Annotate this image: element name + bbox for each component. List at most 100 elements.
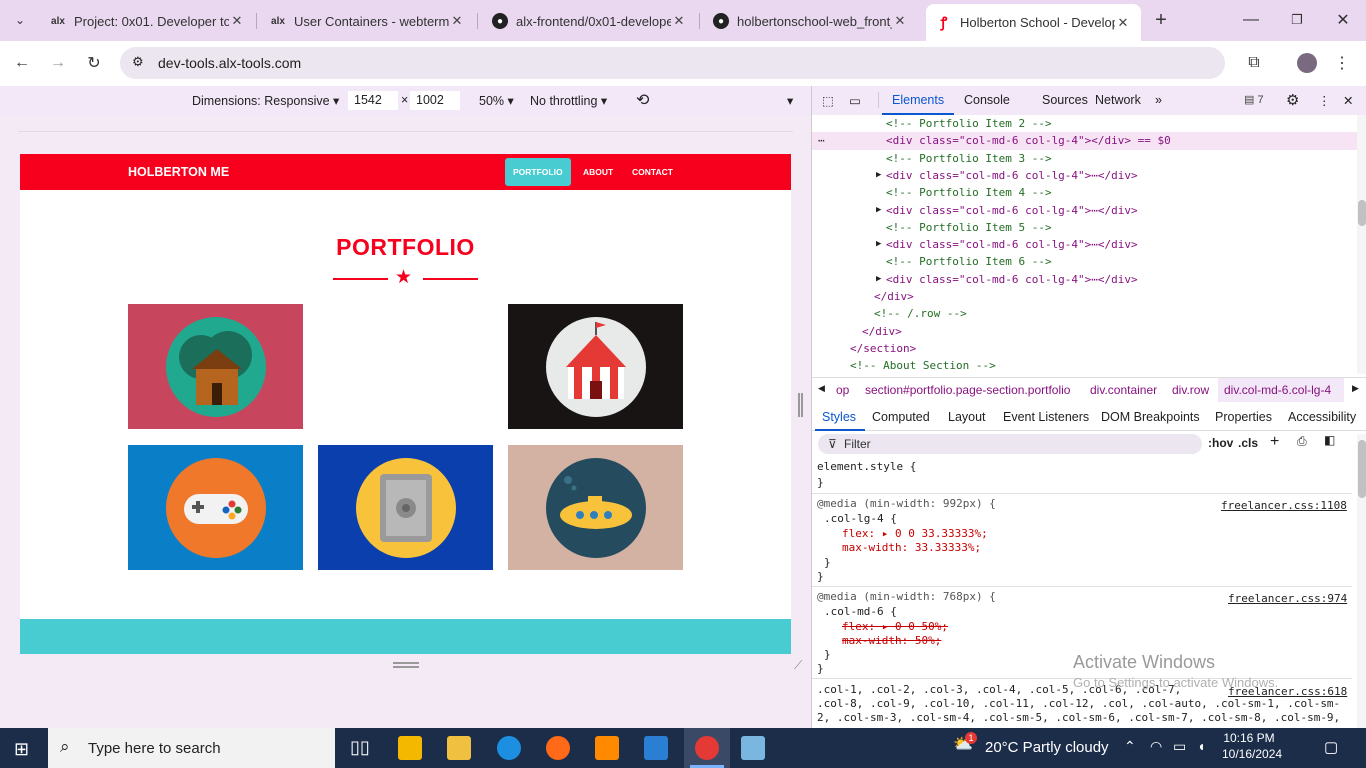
- restore-button[interactable]: ❐: [1283, 6, 1311, 34]
- dom-node[interactable]: <!-- Portfolio Item 6 -->: [886, 253, 1052, 270]
- network-icon[interactable]: ◠: [1150, 738, 1162, 755]
- style-rule-selector[interactable]: 2, .col-sm-3, .col-sm-4, .col-sm-5, .col…: [817, 711, 1340, 726]
- toggle-sidebar-icon[interactable]: ◧: [1324, 433, 1335, 447]
- dimensions-dropdown[interactable]: Dimensions: Responsive ▾: [192, 93, 339, 108]
- breadcrumb-item[interactable]: op: [836, 383, 849, 397]
- tab-properties[interactable]: Properties: [1215, 410, 1272, 424]
- dom-node[interactable]: <div class="col-md-6 col-lg-4">⋯</div>: [886, 167, 1138, 184]
- dom-scrollbar[interactable]: [1357, 115, 1366, 374]
- style-declaration-overridden[interactable]: flex: ▸ 0 0 50%;: [842, 620, 948, 635]
- source-link[interactable]: freelancer.css:974: [1228, 592, 1347, 607]
- edge-icon[interactable]: [497, 736, 521, 760]
- extensions-icon[interactable]: ⧉: [1240, 49, 1268, 77]
- devtools-close-icon[interactable]: ✕: [1343, 93, 1353, 108]
- dom-node[interactable]: <!-- Portfolio Item 3 -->: [886, 150, 1052, 167]
- breadcrumb-right-arrow[interactable]: ▶: [1352, 383, 1359, 394]
- volume-icon[interactable]: ◖: [1197, 738, 1205, 754]
- dom-node[interactable]: <div class="col-md-6 col-lg-4">⋯</div>: [886, 271, 1138, 288]
- expand-arrow-icon[interactable]: ▶: [876, 271, 881, 288]
- breadcrumb-item[interactable]: div.row: [1172, 383, 1209, 397]
- minimize-button[interactable]: —: [1237, 6, 1265, 34]
- cls-toggle[interactable]: .cls: [1238, 436, 1258, 450]
- new-style-rule-icon[interactable]: +: [1270, 433, 1279, 451]
- site-info-icon[interactable]: ⚙: [132, 54, 144, 70]
- breadcrumb-item[interactable]: section#portfolio.page-section.portfolio: [865, 383, 1070, 397]
- file-explorer-icon[interactable]: [447, 736, 471, 760]
- issues-badge[interactable]: ▤ 7: [1244, 93, 1264, 106]
- weather-text[interactable]: 20°C Partly cloudy: [985, 739, 1109, 756]
- close-icon[interactable]: ✕: [671, 13, 687, 29]
- row-ellipsis-icon[interactable]: ⋯: [818, 132, 825, 149]
- dom-node[interactable]: <div class="col-md-6 col-lg-4">⋯</div>: [886, 236, 1138, 253]
- tab-dom-breakpoints[interactable]: DOM Breakpoints: [1101, 410, 1200, 424]
- dom-node[interactable]: <!-- /.row -->: [874, 305, 967, 322]
- tab-5-active[interactable]: ꝭ Holberton School - Develop ✕: [926, 4, 1141, 41]
- style-rule-selector[interactable]: element.style {: [817, 460, 916, 475]
- tray-chevron-icon[interactable]: ⌃: [1124, 738, 1136, 755]
- portfolio-item-submarine[interactable]: [508, 445, 683, 570]
- inspect-icon[interactable]: ⬚: [822, 93, 834, 108]
- expand-arrow-icon[interactable]: ▶: [876, 236, 881, 253]
- breadcrumb-item-selected[interactable]: div.col-md-6.col-lg-4: [1224, 383, 1331, 397]
- tab-sources[interactable]: Sources: [1042, 93, 1088, 107]
- portfolio-item-cabin[interactable]: [128, 304, 303, 429]
- rendering-emulation-icon[interactable]: ⎙: [1297, 434, 1307, 449]
- clock[interactable]: 10:16 PM 10/16/2024: [1222, 731, 1282, 761]
- more-tabs-icon[interactable]: »: [1155, 93, 1162, 107]
- new-tab-button[interactable]: +: [1147, 6, 1175, 34]
- tab-console[interactable]: Console: [964, 93, 1010, 107]
- taskbar-search[interactable]: ⌕ Type here to search: [48, 728, 335, 768]
- nav-about[interactable]: ABOUT: [575, 158, 621, 186]
- style-declaration-overridden[interactable]: max-width: 50%;: [842, 634, 941, 649]
- resize-corner-handle[interactable]: ⟋: [794, 658, 802, 673]
- dom-node[interactable]: </section>: [850, 340, 916, 357]
- portfolio-item-safe[interactable]: [318, 445, 493, 570]
- hov-toggle[interactable]: :hov: [1208, 436, 1233, 450]
- tab-2[interactable]: alx User Containers - webterm | ✕: [260, 6, 475, 36]
- resize-handle-right[interactable]: [798, 393, 803, 417]
- tab-computed[interactable]: Computed: [872, 410, 930, 424]
- style-declaration[interactable]: max-width: 33.33333%;: [842, 541, 981, 556]
- tab-layout[interactable]: Layout: [948, 410, 986, 424]
- chrome-taskbar-active[interactable]: [684, 728, 730, 768]
- windows-start-icon[interactable]: ⊞: [14, 739, 29, 760]
- expand-arrow-icon[interactable]: ▶: [876, 202, 881, 219]
- address-bar[interactable]: ⚙ dev-tools.alx-tools.com: [120, 47, 1225, 79]
- height-input[interactable]: 1002: [410, 91, 460, 110]
- reload-icon[interactable]: ↻: [80, 49, 108, 77]
- more-options-icon[interactable]: ▾: [787, 93, 793, 108]
- zoom-dropdown[interactable]: 50% ▾: [479, 93, 514, 108]
- close-icon[interactable]: ✕: [229, 13, 245, 29]
- dom-node[interactable]: <!-- Portfolio Item 2 -->: [886, 115, 1052, 132]
- style-declaration[interactable]: flex: ▸ 0 0 33.33333%;: [842, 527, 988, 542]
- app-icon-2[interactable]: [741, 736, 765, 760]
- portfolio-item-circus[interactable]: [508, 304, 683, 429]
- source-link[interactable]: freelancer.css:1108: [1221, 499, 1347, 514]
- profile-avatar[interactable]: [1293, 49, 1321, 77]
- tab-styles[interactable]: Styles: [822, 410, 856, 424]
- app-icon-1[interactable]: [398, 736, 422, 760]
- breadcrumb-left-arrow[interactable]: ◀: [818, 383, 825, 394]
- dom-node[interactable]: </div>: [862, 323, 902, 340]
- close-icon[interactable]: ✕: [892, 13, 908, 29]
- dom-node[interactable]: <div class="col-md-6 col-lg-4">⋯</div>: [886, 202, 1138, 219]
- close-window-button[interactable]: ✕: [1329, 6, 1357, 34]
- vlc-icon[interactable]: [595, 736, 619, 760]
- width-input[interactable]: 1542: [348, 91, 398, 110]
- resize-handle-bottom[interactable]: [393, 662, 419, 668]
- firefox-icon[interactable]: [546, 736, 570, 760]
- nav-contact[interactable]: CONTACT: [624, 158, 681, 186]
- style-rule-selector[interactable]: .col-lg-4 {: [824, 512, 897, 527]
- dom-node[interactable]: <!-- Portfolio Item 4 -->: [886, 184, 1052, 201]
- menu-icon[interactable]: ⋮: [1328, 49, 1356, 77]
- rotate-icon[interactable]: ⟲: [636, 90, 649, 110]
- tab-accessibility[interactable]: Accessibility: [1288, 410, 1356, 424]
- battery-icon[interactable]: ▭: [1173, 738, 1186, 755]
- styles-filter-input[interactable]: ⊽ Filter: [818, 434, 1202, 454]
- site-brand[interactable]: HOLBERTON ME: [128, 165, 229, 179]
- devtools-menu-icon[interactable]: ⋮: [1318, 93, 1331, 108]
- settings-gear-icon[interactable]: ⚙: [1286, 91, 1299, 109]
- dom-node-selected[interactable]: <div class="col-md-6 col-lg-4"></div> ==…: [886, 132, 1171, 149]
- style-rule-selector[interactable]: .col-8, .col-9, .col-10, .col-11, .col-1…: [817, 697, 1340, 712]
- close-icon[interactable]: ✕: [1115, 15, 1131, 31]
